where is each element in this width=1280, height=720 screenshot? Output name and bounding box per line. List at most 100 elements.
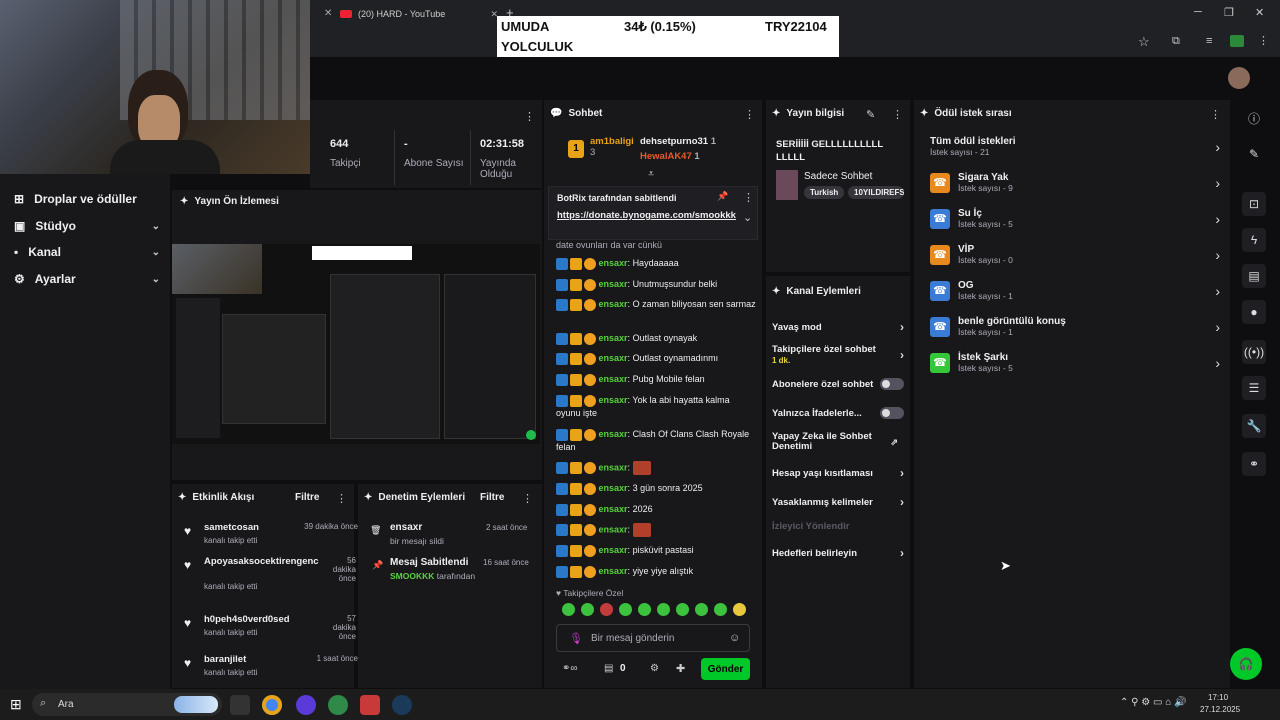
more-vert-icon[interactable]: ⋮ [1258, 34, 1269, 47]
info-menu-icon[interactable]: ⋮ [892, 108, 903, 121]
screen-icon[interactable]: ⊡ [1242, 192, 1266, 216]
minimize-icon[interactable]: ─ [1194, 6, 1202, 18]
mod-menu-icon[interactable]: ⋮ [522, 492, 533, 505]
chrome-icon[interactable] [262, 695, 282, 715]
emote-icon[interactable] [695, 603, 708, 616]
tray-icons[interactable]: ⌃ ⚲ ⚙ ▭ ⌂ 🔊 [1120, 697, 1187, 708]
stats-menu-icon[interactable]: ⋮ [524, 110, 535, 123]
chat-username[interactable]: ensaxr [599, 279, 628, 289]
action-account-age[interactable]: Hesap yaşı kısıtlaması › [772, 466, 904, 480]
action-ai-moderation[interactable]: Yapay Zeka ile Sohbet Denetimi ⇗ [772, 432, 898, 452]
points-icon[interactable]: ⚭∞ [562, 663, 578, 674]
chat-username[interactable]: ensaxr [599, 353, 628, 363]
chat-input[interactable]: 🎙 Bir mesaj gönderin ☺ [556, 624, 750, 652]
chat-username[interactable]: ensaxr [599, 545, 628, 555]
list-icon[interactable]: ☰ [1242, 376, 1266, 400]
reward-item[interactable]: ☎ OG İstek sayısı - 1 › [930, 280, 1220, 301]
help-headset-icon[interactable]: 🎧 [1230, 648, 1262, 680]
filter-button[interactable]: Filtre [295, 492, 319, 503]
close-tab-icon[interactable]: ✕ [324, 8, 332, 19]
feed-menu-icon[interactable]: ⋮ [336, 492, 347, 505]
maximize-icon[interactable]: ❐ [1224, 6, 1234, 19]
mod-sub-user[interactable]: SMOOKKK [390, 571, 434, 581]
reward-item[interactable]: ☎ VİP İstek sayısı - 0 › [930, 244, 1220, 265]
stream-preview-video[interactable] [172, 244, 540, 444]
chat-username[interactable]: ensaxr [599, 483, 628, 493]
chat-username[interactable]: ensaxr [599, 333, 628, 343]
document-icon[interactable]: ▤ [1242, 264, 1266, 288]
steam-icon[interactable] [392, 695, 412, 715]
toggle-switch[interactable] [880, 378, 904, 390]
feed-user[interactable]: h0peh4s0verd0sed [204, 614, 320, 625]
taskbar-search[interactable]: ⌕ Ara [32, 693, 222, 716]
sidebar-item-studio[interactable]: ▣ Stüdyo ⌄ [14, 219, 160, 233]
emote-icon[interactable] [600, 603, 613, 616]
pinned-link[interactable]: https://donate.bynogame.com/smookkk [557, 209, 737, 222]
action-slow-mode[interactable]: Yavaş mod › [772, 320, 904, 334]
pencil-icon[interactable]: ✎ [1242, 142, 1266, 166]
avatar[interactable] [1228, 67, 1250, 89]
chat-username[interactable]: ensaxr [599, 429, 628, 439]
chat-username[interactable]: ensaxr [599, 524, 628, 534]
chat-bubble-icon[interactable]: ● [1242, 300, 1266, 324]
chat-username[interactable]: ensaxr [599, 374, 628, 384]
app-icon-3[interactable] [328, 695, 348, 715]
mic-icon[interactable]: 🎙 [569, 632, 583, 645]
app-icon-4[interactable] [360, 695, 380, 715]
mod-tools-icon[interactable]: ✚ [676, 662, 685, 675]
send-button[interactable]: Gönder [701, 658, 750, 680]
tag[interactable]: Turkish [804, 186, 845, 199]
reward-all[interactable]: Tüm ödül istekleri İstek sayısı - 21 › [930, 136, 1220, 157]
emote-icon[interactable] [714, 603, 727, 616]
chat-username[interactable]: ensaxr [599, 299, 628, 309]
lightning-icon[interactable]: ϟ [1242, 228, 1266, 252]
pin-icon[interactable]: 📌 [717, 191, 728, 202]
action-goals[interactable]: Hedefleri belirleyin › [772, 546, 904, 560]
flag-icon[interactable] [1230, 35, 1244, 47]
menu-list-icon[interactable]: ≡ [1206, 35, 1212, 47]
chat-username[interactable]: ensaxr [599, 395, 628, 405]
toggle-switch[interactable] [880, 407, 904, 419]
rewards-menu-icon[interactable]: ⋮ [1210, 108, 1221, 121]
emoji-icon[interactable]: ☺ [729, 632, 740, 644]
wrench-icon[interactable]: 🔧 [1242, 414, 1266, 438]
gift-icon[interactable]: ▤ [604, 663, 613, 674]
tag[interactable]: 10YILDIREFS [848, 186, 904, 199]
emote-icon[interactable] [638, 603, 651, 616]
emote-icon[interactable] [619, 603, 632, 616]
chat-username[interactable]: ensaxr [599, 258, 628, 268]
settings-icon[interactable]: ⚙ [650, 663, 659, 674]
collapse-icon[interactable]: ⩡ [648, 168, 654, 181]
leader-third[interactable]: HewalAK47 1 [640, 151, 700, 162]
chat-username[interactable]: ensaxr [599, 504, 628, 514]
action-subs-only[interactable]: Abonelere özel sohbet [772, 378, 904, 390]
action-banned-words[interactable]: Yasaklanmış kelimeler › [772, 495, 904, 509]
info-icon[interactable]: ⓘ [1242, 106, 1266, 130]
edit-icon[interactable]: ✎ [866, 108, 875, 121]
chevron-down-icon[interactable]: ⌄ [743, 211, 752, 224]
chat-username[interactable]: ensaxr [599, 462, 628, 472]
sidebar-item-drops[interactable]: ⊞ Droplar ve ödüller [14, 192, 160, 206]
bookmark-star-icon[interactable]: ☆ [1138, 34, 1150, 50]
reward-item[interactable]: ☎ İstek Şarkı İstek sayısı - 5 › [930, 352, 1220, 373]
feed-user[interactable]: Apoyasaksocektirengenc [204, 556, 320, 567]
filter-button[interactable]: Filtre [480, 492, 504, 503]
action-emotes-only[interactable]: Yalnızca İfadelerle... [772, 407, 904, 419]
category-name[interactable]: Sadece Sohbet [804, 171, 872, 182]
reward-item[interactable]: ☎ benle görüntülü konuş İstek sayısı - 1 › [930, 316, 1220, 337]
app-icon-2[interactable] [296, 695, 316, 715]
emote-icon[interactable] [581, 603, 594, 616]
emote-icon[interactable] [733, 603, 746, 616]
extensions-icon[interactable]: ⧉ [1172, 35, 1180, 48]
reward-item[interactable]: ☎ Su İç İstek sayısı - 5 › [930, 208, 1220, 229]
emote-icon[interactable] [676, 603, 689, 616]
leader-second[interactable]: dehsetpurno31 1 [640, 136, 716, 147]
chat-username[interactable]: ensaxr [599, 566, 628, 576]
points-icon[interactable]: ⚭ [1242, 452, 1266, 476]
emote-icon[interactable] [562, 603, 575, 616]
close-window-icon[interactable]: ✕ [1255, 6, 1264, 19]
action-followers-only[interactable]: Takipçilere özel sohbet 1 dk. › [772, 344, 904, 366]
sidebar-item-settings[interactable]: ⚙ Ayarlar ⌄ [14, 272, 160, 286]
broadcast-icon[interactable]: ((•)) [1242, 340, 1266, 364]
chat-menu-icon[interactable]: ⋮ [744, 108, 755, 121]
